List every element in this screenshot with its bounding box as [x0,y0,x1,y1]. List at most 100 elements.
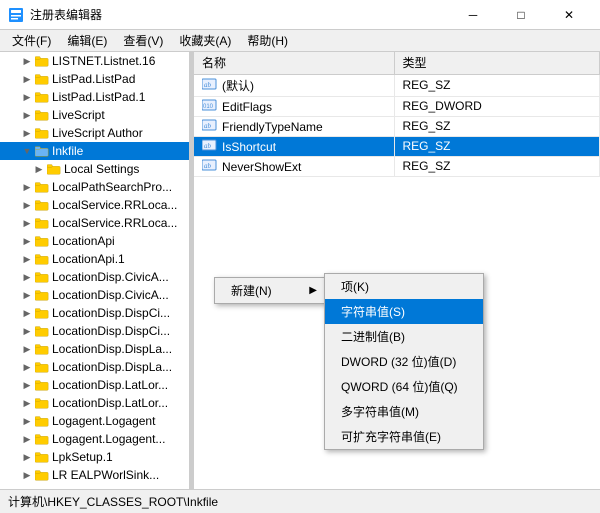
tree-item-label: LocationDisp.LatLor... [52,378,168,392]
tree-item[interactable]: ▶ LocationDisp.DispLa... [0,340,189,358]
expand-icon[interactable]: ▶ [20,414,34,428]
folder-icon [34,269,50,285]
table-row[interactable]: ab (默认)REG_SZ [194,74,600,96]
expand-icon[interactable]: ▶ [20,234,34,248]
tree-item-label: LocationApi [52,234,115,248]
expand-icon[interactable]: ▶ [20,54,34,68]
expand-icon[interactable]: ▶ [20,108,34,122]
folder-icon [34,359,50,375]
tree-item-label: Local Settings [64,162,139,176]
tree-item[interactable]: ▶ Logagent.Logagent [0,412,189,430]
reg-entry-type: REG_SZ [394,74,600,96]
tree-item-label: LR EALPWorlSink... [52,468,159,482]
svg-text:ab: ab [204,81,212,89]
tree-item-label: LocationDisp.DispLa... [52,342,172,356]
expand-icon[interactable]: ▶ [20,90,34,104]
table-row[interactable]: ab IsShortcutREG_SZ [194,136,600,156]
expand-icon[interactable]: ▶ [20,288,34,302]
expand-icon[interactable]: ▶ [20,324,34,338]
tree-item[interactable]: ▶ Logagent.Logagent... [0,430,189,448]
folder-icon [34,125,50,141]
context-menu[interactable]: 新建(N) ▶ [214,277,334,304]
expand-icon[interactable]: ▶ [20,180,34,194]
menu-item-a[interactable]: 收藏夹(A) [171,30,239,51]
expand-icon[interactable]: ▶ [32,162,46,176]
expand-icon[interactable]: ▶ [20,468,34,482]
expand-icon[interactable]: ▶ [20,198,34,212]
ab-icon: ab [202,159,218,171]
submenu-item[interactable]: 二进制值(B) [325,324,483,349]
table-row[interactable]: ab FriendlyTypeNameREG_SZ [194,116,600,136]
submenu-item[interactable]: 多字符串值(M) [325,399,483,424]
expand-icon[interactable]: ▶ [20,450,34,464]
reg-entry-type: REG_DWORD [394,96,600,116]
minimize-button[interactable]: ─ [450,1,496,29]
menu-item-e[interactable]: 编辑(E) [59,30,115,51]
table-row[interactable]: ab NeverShowExtREG_SZ [194,156,600,176]
expand-icon[interactable]: ▶ [20,270,34,284]
tree-item-label: LocalService.RRLoca... [52,216,177,230]
expand-icon[interactable]: ▶ [20,216,34,230]
tree-item[interactable]: ▶ LiveScript Author [0,124,189,142]
menu-item-v[interactable]: 查看(V) [115,30,171,51]
folder-icon [34,179,50,195]
menu-item-f[interactable]: 文件(F) [4,30,59,51]
expand-icon[interactable]: ▶ [20,378,34,392]
tree-item-label: LocationDisp.CivicA... [52,270,169,284]
expand-icon[interactable]: ▶ [20,306,34,320]
tree-item[interactable]: ▶ LiveScript [0,106,189,124]
expand-icon[interactable]: ▶ [20,342,34,356]
submenu-item[interactable]: DWORD (32 位)值(D) [325,349,483,374]
tree-panel[interactable]: ▶ LISTNET.Listnet.16▶ ListPad.ListPad▶ L… [0,52,190,489]
expand-icon[interactable]: ▶ [20,432,34,446]
folder-icon [34,143,50,159]
window-controls: ─ □ ✕ [450,1,592,29]
tree-item[interactable]: ▶ LR EALPWorlSink... [0,466,189,484]
expand-icon[interactable]: ▶ [20,396,34,410]
tree-item-label: Logagent.Logagent... [52,432,165,446]
reg-entry-name: 010 EditFlags [194,96,394,116]
tree-item[interactable]: ▶ ListPad.ListPad [0,70,189,88]
menu-item-h[interactable]: 帮助(H) [239,30,296,51]
tree-item[interactable]: ▶ LocationDisp.DispCi... [0,304,189,322]
svg-text:ab: ab [204,162,212,170]
tree-item[interactable]: ▶ LocalService.RRLoca... [0,196,189,214]
expand-icon[interactable]: ▶ [20,126,34,140]
expand-icon[interactable]: ▶ [20,360,34,374]
submenu-item[interactable]: 字符串值(S) [325,299,483,324]
context-menu-new[interactable]: 新建(N) ▶ [215,278,333,303]
submenu-item[interactable]: 可扩充字符串值(E) [325,424,483,449]
tree-item[interactable]: ▶ LocationDisp.CivicA... [0,268,189,286]
folder-icon [34,431,50,447]
tree-item[interactable]: ▶ ListPad.ListPad.1 [0,88,189,106]
tree-item[interactable]: ▶ LocationApi [0,232,189,250]
tree-item[interactable]: ▼ Inkfile [0,142,189,160]
close-button[interactable]: ✕ [546,1,592,29]
expand-icon[interactable]: ▶ [20,72,34,86]
app-icon [8,7,24,23]
tree-item-label: LocationDisp.CivicA... [52,288,169,302]
tree-scroll[interactable]: ▶ LISTNET.Listnet.16▶ ListPad.ListPad▶ L… [0,52,189,489]
folder-icon [34,215,50,231]
tree-item[interactable]: ▶ LocationDisp.LatLor... [0,394,189,412]
tree-item[interactable]: ▶ LocalPathSearchPro... [0,178,189,196]
tree-item[interactable]: ▶ LocationDisp.DispLa... [0,358,189,376]
bits-icon: 010 [202,99,218,111]
col-name-header: 名称 [194,52,394,74]
main-content: ▶ LISTNET.Listnet.16▶ ListPad.ListPad▶ L… [0,52,600,489]
tree-item[interactable]: ▶ LocationDisp.DispCi... [0,322,189,340]
tree-item[interactable]: ▶ Local Settings [0,160,189,178]
new-submenu[interactable]: 项(K)字符串值(S)二进制值(B)DWORD (32 位)值(D)QWORD … [324,273,484,450]
submenu-item[interactable]: 项(K) [325,274,483,299]
tree-item[interactable]: ▶ LocalService.RRLoca... [0,214,189,232]
expand-icon[interactable]: ▼ [20,144,34,158]
tree-item[interactable]: ▶ LocationDisp.LatLor... [0,376,189,394]
tree-item[interactable]: ▶ LocationApi.1 [0,250,189,268]
expand-icon[interactable]: ▶ [20,252,34,266]
maximize-button[interactable]: □ [498,1,544,29]
tree-item[interactable]: ▶ LpkSetup.1 [0,448,189,466]
tree-item[interactable]: ▶ LocationDisp.CivicA... [0,286,189,304]
table-row[interactable]: 010 EditFlagsREG_DWORD [194,96,600,116]
submenu-item[interactable]: QWORD (64 位)值(Q) [325,374,483,399]
tree-item[interactable]: ▶ LISTNET.Listnet.16 [0,52,189,70]
